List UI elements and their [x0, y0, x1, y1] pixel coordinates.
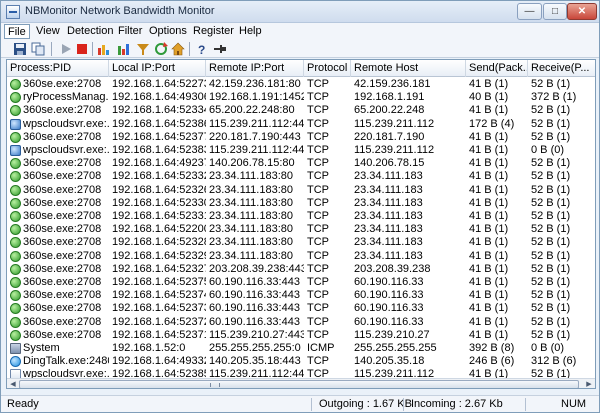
column-header-remote-host[interactable]: Remote Host: [351, 60, 466, 77]
title-bar: NBMonitor Network Bandwidth Monitor — □ …: [1, 1, 599, 23]
outgoing-total: Outgoing : 1.67 KB: [319, 398, 412, 410]
copy-icon[interactable]: [31, 42, 45, 56]
window-title: NBMonitor Network Bandwidth Monitor: [25, 5, 215, 17]
menu-view[interactable]: View: [33, 24, 63, 39]
save-icon[interactable]: [13, 42, 27, 56]
num-lock-indicator: NUM: [561, 398, 587, 410]
pin-icon[interactable]: [213, 42, 227, 56]
connections-table[interactable]: Process:PID Local IP:Port Remote IP:Port…: [6, 59, 596, 389]
status-separator: [525, 398, 526, 411]
play-icon[interactable]: [59, 42, 73, 56]
status-separator: [311, 398, 312, 411]
column-header-process[interactable]: Process:PID: [7, 60, 109, 77]
filter-icon[interactable]: [136, 42, 150, 56]
menu-detection[interactable]: Detection: [64, 24, 116, 39]
minimize-button[interactable]: —: [517, 3, 542, 20]
status-text: Ready: [7, 398, 39, 410]
help-icon[interactable]: ?: [195, 42, 209, 56]
menu-filter[interactable]: Filter: [115, 24, 145, 39]
toolbar-separator: [92, 42, 93, 56]
close-button[interactable]: ✕: [567, 3, 597, 20]
incoming-total: Incoming : 2.67 Kb: [411, 398, 503, 410]
toolbar-separator: [189, 42, 190, 56]
scroll-left-icon[interactable]: ◀: [7, 379, 19, 388]
maximize-button[interactable]: □: [543, 3, 567, 20]
column-header-protocol[interactable]: Protocol: [304, 60, 351, 77]
column-chart-icon[interactable]: [117, 42, 131, 56]
column-header-receive[interactable]: Receive(P...: [528, 60, 595, 77]
toolbar-separator: [51, 42, 52, 56]
menu-file[interactable]: File: [4, 24, 30, 39]
menu-options[interactable]: Options: [146, 24, 190, 39]
scroll-right-icon[interactable]: ▶: [583, 379, 595, 388]
home-icon[interactable]: [171, 42, 185, 56]
column-header-local-ip[interactable]: Local IP:Port: [109, 60, 206, 77]
app-window: NBMonitor Network Bandwidth Monitor — □ …: [0, 0, 600, 413]
bar-chart-icon[interactable]: [97, 42, 111, 56]
menu-help[interactable]: Help: [236, 24, 265, 39]
column-header-remote-ip[interactable]: Remote IP:Port: [206, 60, 304, 77]
horizontal-scrollbar[interactable]: ◀ ▶: [7, 378, 595, 388]
column-header-send[interactable]: Send(Pack...: [466, 60, 528, 77]
scrollbar-thumb[interactable]: [19, 380, 579, 388]
menu-register[interactable]: Register: [190, 24, 237, 39]
app-icon: [6, 5, 20, 19]
refresh-icon[interactable]: [154, 42, 168, 56]
menu-bar: File View Detection Filter Options Regis…: [1, 23, 599, 40]
svg-text:?: ?: [198, 43, 205, 56]
status-bar: Ready Outgoing : 1.67 KB Incoming : 2.67…: [1, 395, 599, 412]
status-separator: [403, 398, 404, 411]
table-header: Process:PID Local IP:Port Remote IP:Port…: [7, 60, 595, 77]
toolbar: ?: [1, 40, 599, 58]
stop-icon[interactable]: [75, 42, 89, 56]
